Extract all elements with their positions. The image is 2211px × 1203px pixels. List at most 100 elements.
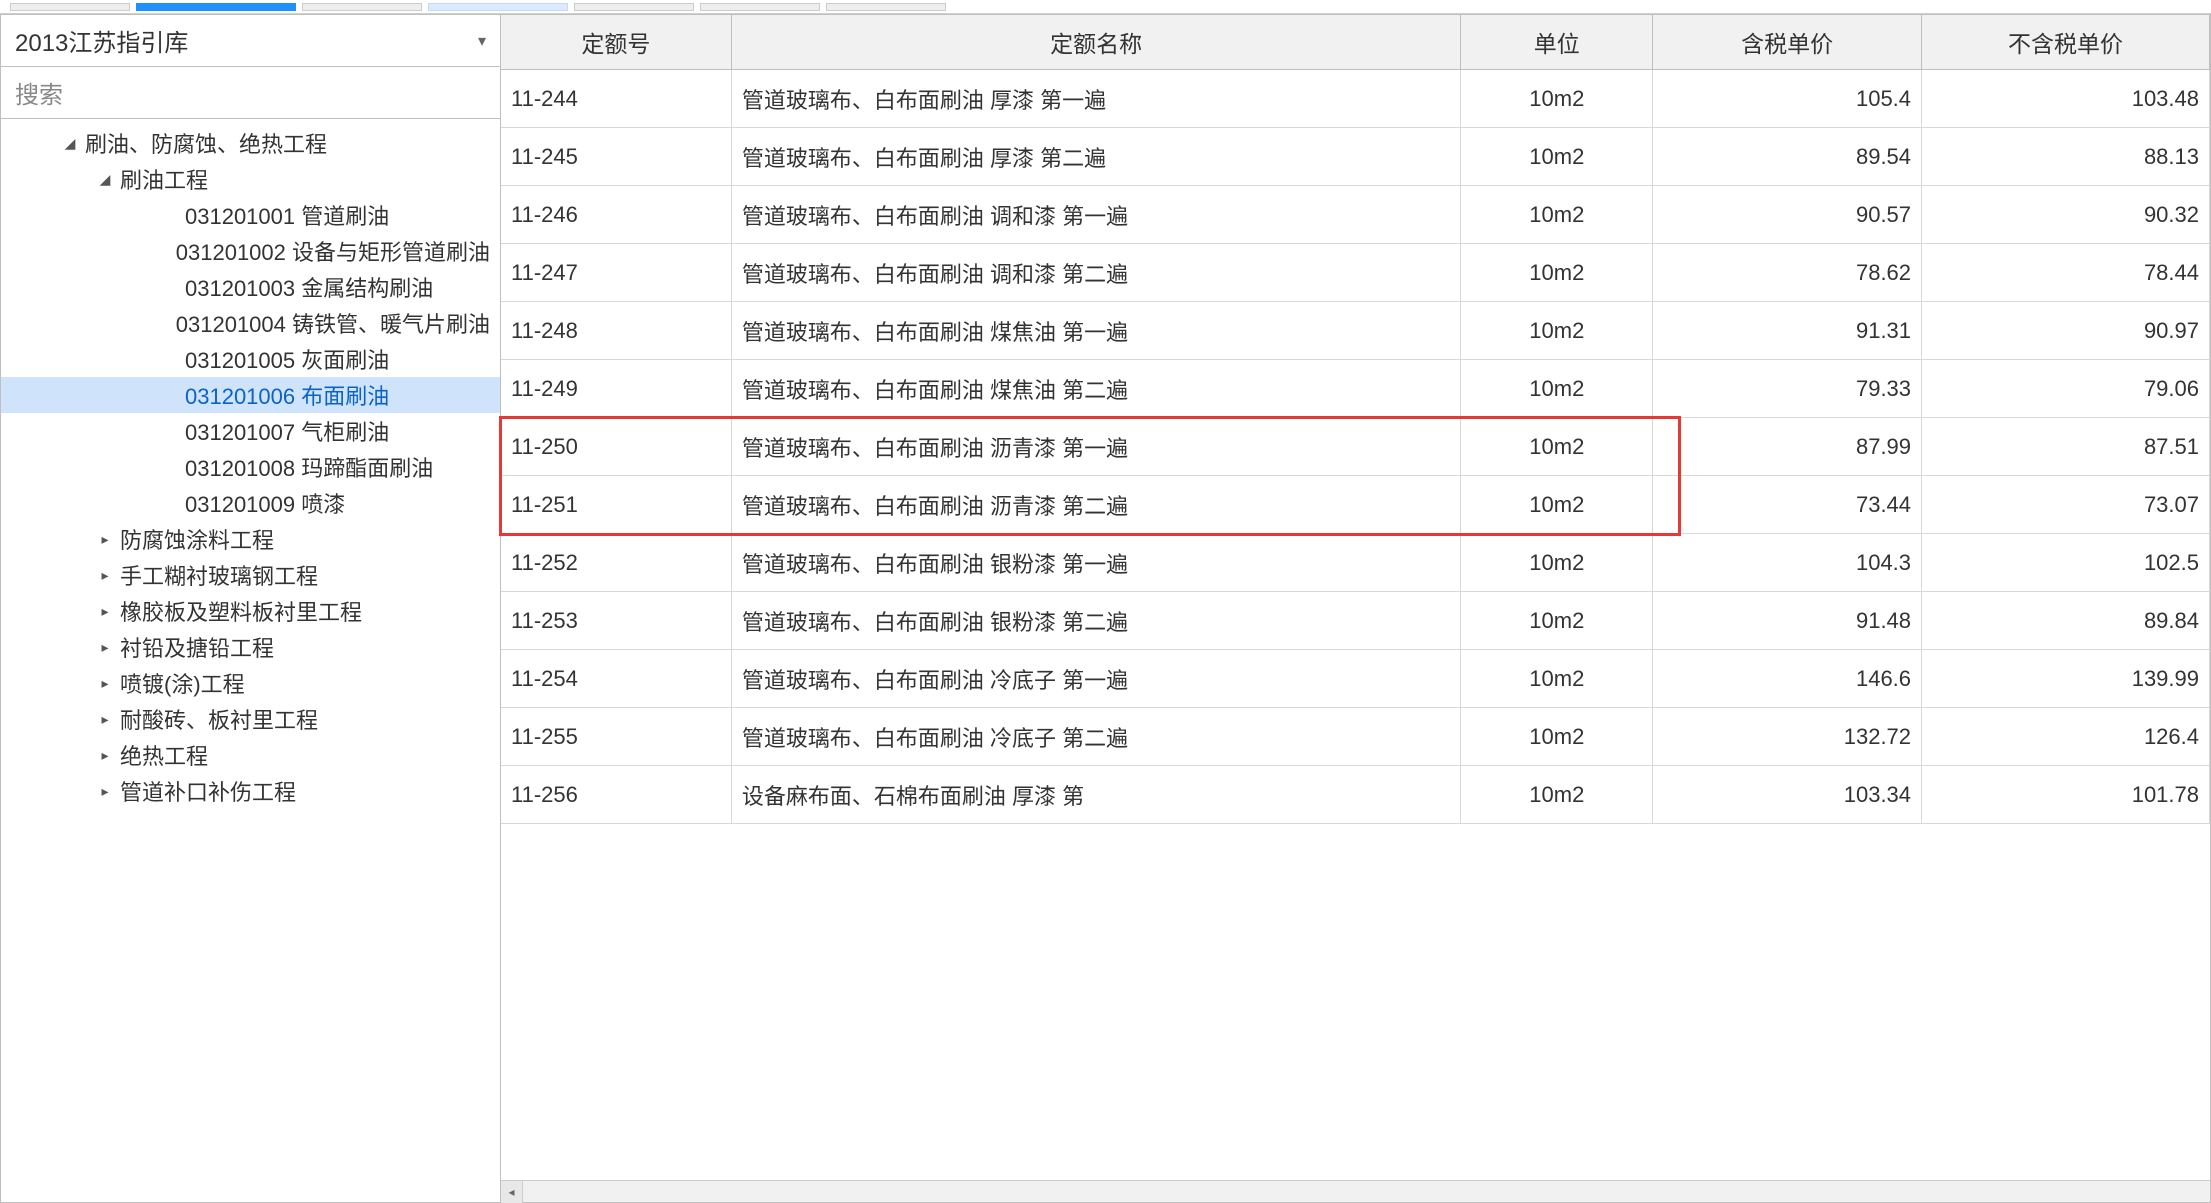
tree-leaf-031201006[interactable]: 031201006 布面刷油 — [1, 377, 500, 413]
cell-price-tax: 146.6 — [1653, 650, 1922, 708]
category-tree[interactable]: ◢ 刷油、防腐蚀、绝热工程 ◢ 刷油工程 031201001 管道刷油03120… — [1, 119, 500, 1202]
col-header-price-notax[interactable]: 不含税单价 — [1922, 15, 2210, 70]
top-tab[interactable] — [428, 3, 568, 11]
cell-name: 管道玻璃布、白布面刷油 沥青漆 第一遍 — [731, 418, 1460, 476]
tree-leaf-031201003[interactable]: 031201003 金属结构刷油 — [1, 269, 500, 305]
tree-label: 喷镀(涂)工程 — [120, 667, 245, 699]
table-row[interactable]: 11-254管道玻璃布、白布面刷油 冷底子 第一遍10m2146.6139.99 — [501, 650, 2210, 708]
tree-leaf-031201001[interactable]: 031201001 管道刷油 — [1, 197, 500, 233]
expand-icon[interactable]: ▸ — [96, 747, 114, 764]
table-header-row: 定额号 定额名称 单位 含税单价 不含税单价 — [501, 15, 2210, 70]
cell-code: 11-244 — [501, 70, 731, 128]
table-row[interactable]: 11-252管道玻璃布、白布面刷油 银粉漆 第一遍10m2104.3102.5 — [501, 534, 2210, 592]
cell-price-tax: 78.62 — [1653, 244, 1922, 302]
tree-leaf-031201004[interactable]: 031201004 铸铁管、暖气片刷油 — [1, 305, 500, 341]
col-header-unit[interactable]: 单位 — [1461, 15, 1653, 70]
cell-name: 管道玻璃布、白布面刷油 银粉漆 第一遍 — [731, 534, 1460, 592]
tree-node-collapsed[interactable]: ▸绝热工程 — [1, 737, 500, 773]
table-row[interactable]: 11-253管道玻璃布、白布面刷油 银粉漆 第二遍10m291.4889.84 — [501, 592, 2210, 650]
tree-node-collapsed[interactable]: ▸ 喷镀(涂)工程 — [1, 665, 500, 701]
tree-node-collapsed[interactable]: ▸防腐蚀涂料工程 — [1, 521, 500, 557]
library-dropdown[interactable]: 2013江苏指引库 ▾ — [1, 15, 500, 67]
cell-name: 管道玻璃布、白布面刷油 冷底子 第一遍 — [731, 650, 1460, 708]
table-row[interactable]: 11-256设备麻布面、石棉布面刷油 厚漆 第10m2103.34101.78 — [501, 766, 2210, 824]
tree-node-brushoil[interactable]: ◢ 刷油工程 — [1, 161, 500, 197]
tree-leaf-031201005[interactable]: 031201005 灰面刷油 — [1, 341, 500, 377]
table-row[interactable]: 11-248管道玻璃布、白布面刷油 煤焦油 第一遍10m291.3190.97 — [501, 302, 2210, 360]
table-row[interactable]: 11-255管道玻璃布、白布面刷油 冷底子 第二遍10m2132.72126.4 — [501, 708, 2210, 766]
cell-name: 设备麻布面、石棉布面刷油 厚漆 第 — [731, 766, 1460, 824]
tree-leaf-031201009[interactable]: 031201009 喷漆 — [1, 485, 500, 521]
table-scroll[interactable]: 定额号 定额名称 单位 含税单价 不含税单价 11-244管道玻璃布、白布面刷油… — [501, 15, 2210, 1180]
table-row[interactable]: 11-247管道玻璃布、白布面刷油 调和漆 第二遍10m278.6278.44 — [501, 244, 2210, 302]
cell-name: 管道玻璃布、白布面刷油 冷底子 第二遍 — [731, 708, 1460, 766]
cell-price-notax: 79.06 — [1922, 360, 2210, 418]
tree-leaf-031201007[interactable]: 031201007 气柜刷油 — [1, 413, 500, 449]
col-header-code[interactable]: 定额号 — [501, 15, 731, 70]
table-row[interactable]: 11-245管道玻璃布、白布面刷油 厚漆 第二遍10m289.5488.13 — [501, 128, 2210, 186]
col-header-price-tax[interactable]: 含税单价 — [1653, 15, 1922, 70]
cell-name: 管道玻璃布、白布面刷油 调和漆 第二遍 — [731, 244, 1460, 302]
scroll-left-icon[interactable]: ◂ — [501, 1181, 523, 1203]
cell-name: 管道玻璃布、白布面刷油 沥青漆 第二遍 — [731, 476, 1460, 534]
cell-unit: 10m2 — [1461, 360, 1653, 418]
cell-code: 11-252 — [501, 534, 731, 592]
cell-price-notax: 73.07 — [1922, 476, 2210, 534]
expand-icon[interactable]: ▸ — [96, 639, 114, 656]
cell-code: 11-249 — [501, 360, 731, 418]
table-row[interactable]: 11-244管道玻璃布、白布面刷油 厚漆 第一遍10m2105.4103.48 — [501, 70, 2210, 128]
table-row[interactable]: 11-250管道玻璃布、白布面刷油 沥青漆 第一遍10m287.9987.51 — [501, 418, 2210, 476]
table-row[interactable]: 11-251管道玻璃布、白布面刷油 沥青漆 第二遍10m273.4473.07 — [501, 476, 2210, 534]
top-tab-bar — [0, 0, 2211, 14]
top-tab[interactable] — [574, 3, 694, 11]
horizontal-scrollbar[interactable]: ◂ — [501, 1180, 2210, 1202]
tree-leaf-031201008[interactable]: 031201008 玛蹄酯面刷油 — [1, 449, 500, 485]
cell-unit: 10m2 — [1461, 708, 1653, 766]
main-container: 2013江苏指引库 ▾ 搜索 ◢ 刷油、防腐蚀、绝热工程 ◢ 刷油工程 0312… — [0, 14, 2211, 1203]
cell-price-tax: 132.72 — [1653, 708, 1922, 766]
expand-icon[interactable]: ▸ — [96, 711, 114, 728]
search-input[interactable]: 搜索 — [1, 67, 500, 119]
tree-node-collapsed[interactable]: ▸ 管道补口补伤工程 — [1, 773, 500, 809]
expand-icon[interactable]: ▸ — [96, 567, 114, 584]
cell-unit: 10m2 — [1461, 476, 1653, 534]
tree-node-collapsed[interactable]: ▸手工糊衬玻璃钢工程 — [1, 557, 500, 593]
tree-label: 刷油、防腐蚀、绝热工程 — [85, 127, 327, 159]
tree-label: 刷油工程 — [120, 163, 208, 195]
tree-node-collapsed[interactable]: ▸衬铅及搪铅工程 — [1, 629, 500, 665]
table-row[interactable]: 11-246管道玻璃布、白布面刷油 调和漆 第一遍10m290.5790.32 — [501, 186, 2210, 244]
top-tab[interactable] — [700, 3, 820, 11]
tree-node-collapsed[interactable]: ▸ 橡胶板及塑料板衬里工程 — [1, 593, 500, 629]
col-header-name[interactable]: 定额名称 — [731, 15, 1460, 70]
expand-icon[interactable]: ▸ — [96, 783, 114, 800]
top-tab-active[interactable] — [136, 3, 296, 11]
cell-price-tax: 91.48 — [1653, 592, 1922, 650]
cell-price-notax: 139.99 — [1922, 650, 2210, 708]
top-tab[interactable] — [10, 3, 130, 11]
top-tab[interactable] — [302, 3, 422, 11]
cell-price-notax: 103.48 — [1922, 70, 2210, 128]
cell-price-notax: 90.32 — [1922, 186, 2210, 244]
cell-code: 11-253 — [501, 592, 731, 650]
table-row[interactable]: 11-249管道玻璃布、白布面刷油 煤焦油 第二遍10m279.3379.06 — [501, 360, 2210, 418]
cell-price-notax: 101.78 — [1922, 766, 2210, 824]
tree-node-collapsed[interactable]: ▸耐酸砖、板衬里工程 — [1, 701, 500, 737]
expand-icon[interactable]: ▸ — [96, 675, 114, 692]
tree-label: 橡胶板及塑料板衬里工程 — [120, 595, 362, 627]
collapse-icon[interactable]: ◢ — [61, 135, 79, 152]
tree-leaf-label: 031201002 设备与矩形管道刷油 — [176, 235, 490, 267]
cell-price-tax: 103.34 — [1653, 766, 1922, 824]
collapse-icon[interactable]: ◢ — [96, 171, 114, 188]
cell-price-tax: 90.57 — [1653, 186, 1922, 244]
sidebar: 2013江苏指引库 ▾ 搜索 ◢ 刷油、防腐蚀、绝热工程 ◢ 刷油工程 0312… — [1, 15, 501, 1202]
tree-node-root[interactable]: ◢ 刷油、防腐蚀、绝热工程 — [1, 125, 500, 161]
top-tab[interactable] — [826, 3, 946, 11]
cell-name: 管道玻璃布、白布面刷油 厚漆 第一遍 — [731, 70, 1460, 128]
cell-price-notax: 78.44 — [1922, 244, 2210, 302]
cell-price-notax: 126.4 — [1922, 708, 2210, 766]
tree-label: 管道补口补伤工程 — [120, 775, 296, 807]
cell-code: 11-245 — [501, 128, 731, 186]
expand-icon[interactable]: ▸ — [96, 603, 114, 620]
expand-icon[interactable]: ▸ — [96, 531, 114, 548]
tree-leaf-031201002[interactable]: 031201002 设备与矩形管道刷油 — [1, 233, 500, 269]
